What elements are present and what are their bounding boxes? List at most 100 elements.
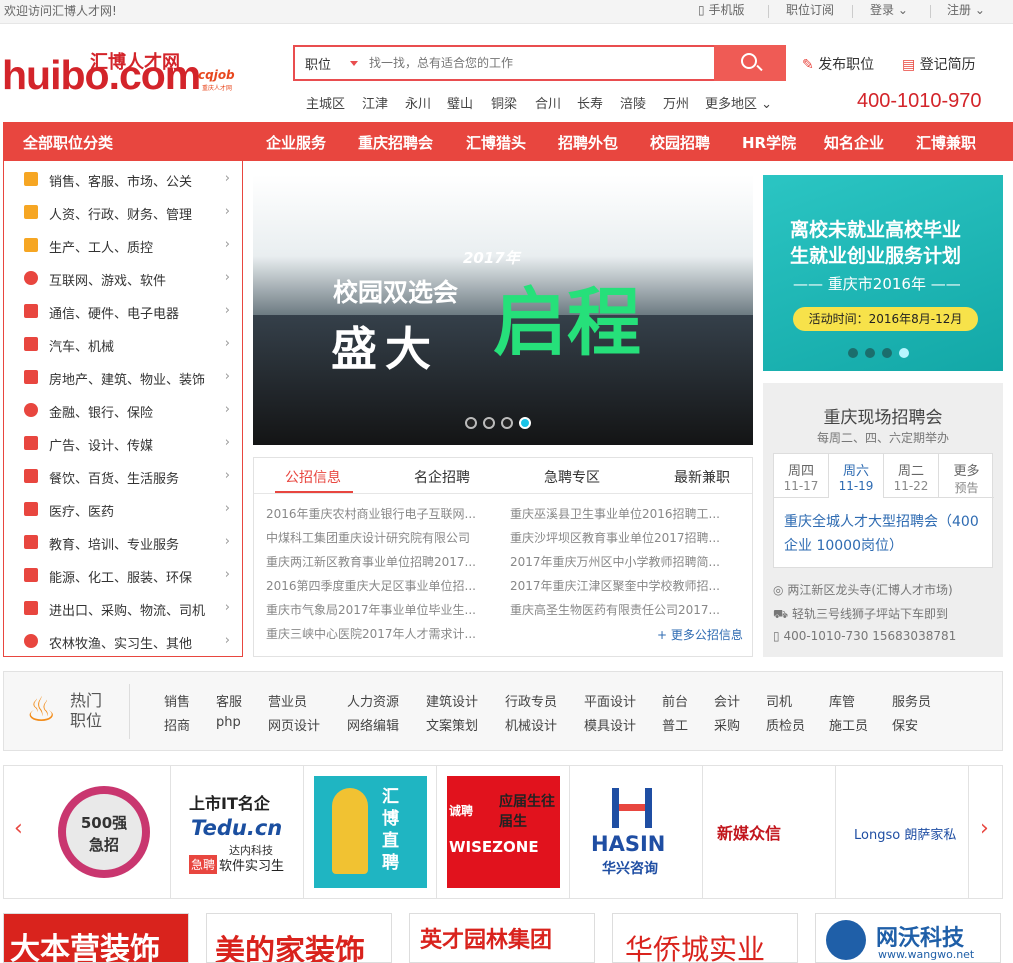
company-logo[interactable]: HASIN 华兴咨询: [570, 766, 703, 898]
category-item[interactable]: 教育、培训、专业服务 ›: [4, 526, 242, 559]
pager-dot[interactable]: [882, 348, 892, 358]
ad-banner[interactable]: 大本营装饰: [3, 913, 189, 963]
hot-job-link[interactable]: 网页设计: [268, 715, 320, 734]
chevron-right-icon[interactable]: ›: [980, 816, 989, 841]
search-button[interactable]: [714, 45, 786, 81]
ad-banner[interactable]: 美的家装饰: [206, 913, 392, 963]
news-item[interactable]: 中煤科工集团重庆设计研究院有限公司: [266, 529, 481, 546]
area-link[interactable]: 合川: [535, 93, 561, 112]
hot-job-link[interactable]: 机械设计: [505, 715, 557, 734]
hot-job-link[interactable]: 人力资源: [347, 691, 399, 710]
nav-item-job-fair[interactable]: 重庆招聘会: [358, 132, 433, 153]
news-item[interactable]: 重庆高圣生物医药有限责任公司2017...: [510, 601, 725, 618]
nav-item-famous-companies[interactable]: 知名企业: [824, 132, 884, 153]
nav-item-hr-academy[interactable]: HR学院: [742, 132, 796, 153]
area-link[interactable]: 铜梁: [491, 93, 517, 112]
category-item[interactable]: 进出口、采购、物流、司机 ›: [4, 592, 242, 625]
hot-job-link[interactable]: 行政专员: [505, 691, 557, 710]
hot-job-link[interactable]: 保安: [892, 715, 918, 734]
search-input[interactable]: [369, 53, 699, 73]
hot-job-link[interactable]: 前台: [662, 691, 688, 710]
company-logo[interactable]: Longso 朗萨家私: [836, 766, 969, 898]
hot-job-link[interactable]: 营业员: [268, 691, 307, 710]
nav-item-headhunter[interactable]: 汇博猎头: [466, 132, 526, 153]
nav-item-part-time[interactable]: 汇博兼职: [916, 132, 976, 153]
fair-description-link[interactable]: 重庆全城人才大型招聘会（400企业 10000岗位）: [784, 510, 984, 558]
hot-job-link[interactable]: 施工员: [829, 715, 868, 734]
hot-job-link[interactable]: 采购: [714, 715, 740, 734]
category-item[interactable]: 金融、银行、保险 ›: [4, 394, 242, 427]
hot-job-link[interactable]: 文案策划: [426, 715, 478, 734]
register-link[interactable]: 注册 ⌄: [947, 1, 985, 18]
category-item[interactable]: 人资、行政、财务、管理 ›: [4, 196, 242, 229]
tab-famous-companies[interactable]: 名企招聘: [414, 467, 470, 487]
search-type-select[interactable]: 职位: [305, 54, 331, 73]
area-link[interactable]: 主城区: [306, 93, 345, 112]
fair-day-tab[interactable]: 周四 11-17: [774, 454, 829, 498]
hot-job-link[interactable]: 普工: [662, 715, 688, 734]
all-categories-button[interactable]: 全部职位分类: [3, 122, 243, 161]
tab-part-time[interactable]: 最新兼职: [674, 467, 730, 487]
banner-dot[interactable]: [465, 417, 477, 429]
fair-day-tab[interactable]: 周二 11-22: [884, 454, 939, 498]
category-item[interactable]: 生产、工人、质控 ›: [4, 229, 242, 262]
category-item[interactable]: 房地产、建筑、物业、装饰 ›: [4, 361, 242, 394]
company-logo[interactable]: 500强 急招: [38, 766, 171, 898]
area-link[interactable]: 永川: [405, 93, 431, 112]
hot-job-link[interactable]: 销售: [164, 691, 190, 710]
category-item[interactable]: 通信、硬件、电子电器 ›: [4, 295, 242, 328]
category-item[interactable]: 汽车、机械 ›: [4, 328, 242, 361]
company-logo[interactable]: 汇博直聘: [304, 766, 437, 898]
news-item[interactable]: 重庆沙坪坝区教育事业单位2017招聘...: [510, 529, 725, 546]
hot-job-link[interactable]: 质检员: [766, 715, 805, 734]
hot-job-link[interactable]: 服务员: [892, 691, 931, 710]
banner-dot-active[interactable]: [519, 417, 531, 429]
news-item[interactable]: 2017年重庆万州区中小学教师招聘简...: [510, 553, 725, 570]
ad-banner[interactable]: 网沃科技 www.wangwo.net: [815, 913, 1001, 963]
news-item[interactable]: 2017年重庆江津区聚奎中学校教师招...: [510, 577, 725, 594]
news-item[interactable]: 重庆市气象局2017年事业单位毕业生...: [266, 601, 481, 618]
category-item[interactable]: 能源、化工、服装、环保 ›: [4, 559, 242, 592]
tab-public-recruitment[interactable]: 公招信息: [285, 467, 341, 487]
category-item[interactable]: 广告、设计、传媒 ›: [4, 427, 242, 460]
area-link[interactable]: 江津: [362, 93, 388, 112]
hot-job-link[interactable]: 模具设计: [584, 715, 636, 734]
hot-job-link[interactable]: 平面设计: [584, 691, 636, 710]
news-item[interactable]: 2016第四季度重庆大足区事业单位招...: [266, 577, 481, 594]
news-item[interactable]: 重庆巫溪县卫生事业单位2016招聘工...: [510, 505, 725, 522]
area-link[interactable]: 璧山: [447, 93, 473, 112]
category-item[interactable]: 销售、客服、市场、公关 ›: [4, 163, 242, 196]
hot-job-link[interactable]: 建筑设计: [426, 691, 478, 710]
mobile-link[interactable]: ▯ 手机版: [698, 1, 744, 18]
hot-job-link[interactable]: 会计: [714, 691, 740, 710]
area-link[interactable]: 万州: [663, 93, 689, 112]
banner-dot[interactable]: [501, 417, 513, 429]
category-item[interactable]: 农林牧渔、实习生、其他 ›: [4, 625, 242, 658]
hot-job-link[interactable]: 招商: [164, 715, 190, 734]
hot-job-link[interactable]: 司机: [766, 691, 792, 710]
pager-dot-active[interactable]: [899, 348, 909, 358]
ad-banner[interactable]: 英才园林集团: [409, 913, 595, 963]
news-item[interactable]: 2016年重庆农村商业银行电子互联网...: [266, 505, 481, 522]
category-item[interactable]: 餐饮、百货、生活服务 ›: [4, 460, 242, 493]
more-news-link[interactable]: + 更多公招信息: [657, 626, 743, 643]
company-logo[interactable]: 上市IT名企 Tedu.cn 达内科技 急聘 软件实习生: [171, 766, 304, 898]
nav-item-enterprise-service[interactable]: 企业服务: [266, 132, 326, 153]
fair-more-tab[interactable]: 更多 预告: [939, 454, 994, 498]
tab-urgent[interactable]: 急聘专区: [544, 467, 600, 487]
pager-dot[interactable]: [848, 348, 858, 358]
more-areas-link[interactable]: 更多地区 ⌄: [705, 93, 772, 112]
nav-item-outsourcing[interactable]: 招聘外包: [558, 132, 618, 153]
chevron-left-icon[interactable]: ‹: [14, 816, 23, 841]
area-link[interactable]: 长寿: [577, 93, 603, 112]
hot-job-link[interactable]: 客服: [216, 691, 242, 710]
hot-job-link[interactable]: 网络编辑: [347, 715, 399, 734]
company-logo[interactable]: 新媒众信: [703, 766, 836, 898]
news-item[interactable]: 重庆两江新区教育事业单位招聘2017...: [266, 553, 481, 570]
register-resume-link[interactable]: ▤ 登记简历: [902, 54, 976, 74]
pager-dot[interactable]: [865, 348, 875, 358]
job-subscribe-link[interactable]: 职位订阅: [786, 1, 834, 18]
fair-day-tab-active[interactable]: 周六 11-19: [829, 454, 884, 498]
area-link[interactable]: 涪陵: [620, 93, 646, 112]
login-link[interactable]: 登录 ⌄: [870, 1, 908, 18]
